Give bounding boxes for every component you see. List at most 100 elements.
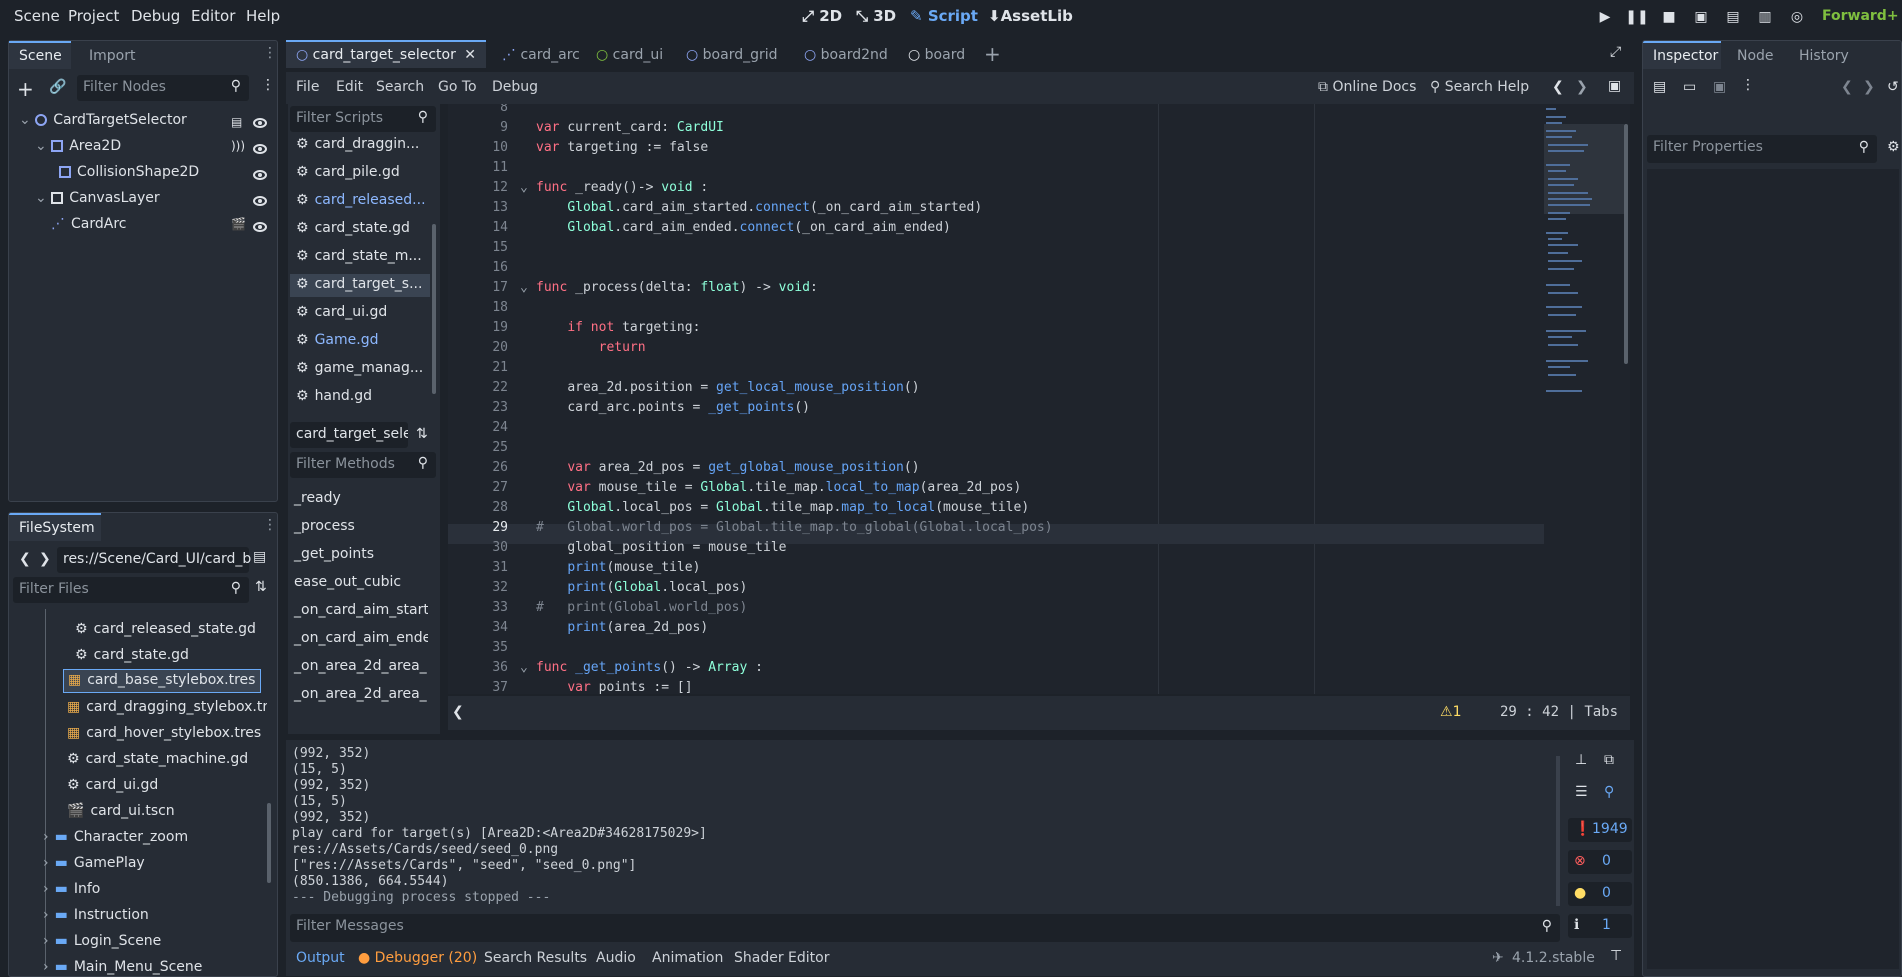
toggle-errors-button[interactable]: ⊗ 0 [1568,850,1632,874]
tab-output[interactable]: Output [296,950,345,966]
script-item-selected[interactable]: ⚙ card_target_s... [290,274,430,297]
search-help-button[interactable]: ⚲ Search Help [1430,79,1529,95]
visibility-eye-icon[interactable] [253,222,267,232]
visibility-eye-icon[interactable] [253,118,267,128]
fold-arrow-icon[interactable]: ⌄ [520,178,528,198]
method-item[interactable]: _on_card_aim_start... [288,600,428,623]
path-field[interactable]: res://Scene/Card_UI/card_b [57,547,251,573]
tree-node-cardtargetselector[interactable]: ⌄ CardTargetSelector [19,112,187,134]
tab-filesystem[interactable]: FileSystem [9,513,101,541]
filter-messages-input[interactable]: Filter Messages ⚲ [290,914,1560,942]
sort-icon[interactable]: ⇅ [416,426,428,442]
dock-menu-icon[interactable]: ⋮ [263,517,277,533]
method-item[interactable]: _on_area_2d_area_... [288,656,428,679]
add-tab-icon[interactable]: + [984,42,1001,66]
tab-card-ui[interactable]: ○ card_ui [586,42,673,70]
collapse-duplicates-icon[interactable]: ☰ [1575,784,1588,800]
toggle-editor-messages-button[interactable]: ℹ1 [1568,914,1632,938]
tab-animation[interactable]: Animation [652,950,723,966]
next-script-icon[interactable]: ❯ [1576,79,1588,95]
workspace-script[interactable]: ✎ Script [910,7,978,25]
remote-debug-icon[interactable]: ▣ [1688,5,1714,29]
script-menu-search[interactable]: Search [376,79,424,95]
method-item[interactable]: ease_out_cubic [288,572,428,595]
folder-item[interactable]: › ▬ Login_Scene [43,933,161,955]
file-item[interactable]: ⚙ card_state.gd [75,647,189,669]
toggle-scripts-panel-icon[interactable]: ❮ [452,704,464,720]
folder-item[interactable]: › ▬ Character_zoom [43,829,188,851]
filter-scripts-input[interactable]: Filter Scripts ⚲ [290,106,436,132]
script-item[interactable]: ⚙ card_released... [290,190,430,213]
toggle-messages-button[interactable]: ❗ 1949 [1568,818,1632,842]
fold-arrow-icon[interactable]: ⌄ [520,658,528,678]
script-menu-edit[interactable]: Edit [336,79,363,95]
close-icon[interactable]: ✕ [464,47,476,63]
tab-shader-editor[interactable]: Shader Editor [734,950,829,966]
search-icon[interactable]: ⚲ [1604,784,1614,800]
fullscreen-icon[interactable]: ⤢ [1610,44,1621,60]
script-menu-file[interactable]: File [296,79,319,95]
online-docs-link[interactable]: ⧉ Online Docs [1318,79,1416,95]
tab-import[interactable]: Import [79,43,145,71]
tree-node-area2d[interactable]: ⌄ Area2D [35,138,121,160]
folder-item[interactable]: › ▬ Info [43,881,100,903]
tab-inspector[interactable]: Inspector [1643,41,1721,69]
forward-icon[interactable]: ❯ [39,551,51,567]
script-item[interactable]: ⚙ hand.gd [290,386,430,409]
signal-icon[interactable]: ))) [231,139,245,153]
visibility-eye-icon[interactable] [253,170,267,180]
sort-icon[interactable]: ⇅ [255,579,267,595]
history-back-icon[interactable]: ❮ [1841,79,1853,95]
play-custom-scene-icon[interactable]: ▥ [1752,5,1778,29]
tab-search-results[interactable]: Search Results [484,950,587,966]
file-item[interactable]: ▦ card_dragging_stylebox.tres [67,699,267,721]
back-icon[interactable]: ❮ [19,551,31,567]
script-item[interactable]: ⚙ game_manag... [290,358,430,381]
tab-card-arc[interactable]: ⋰ card_arc [492,42,590,70]
scrollbar[interactable] [432,224,436,394]
file-item[interactable]: ▦ card_hover_stylebox.tres [67,725,261,747]
filter-files-input[interactable]: Filter Files ⚲ [13,577,249,603]
tab-board[interactable]: ○ board [898,42,975,70]
movie-maker-icon[interactable]: ◎ [1784,5,1810,29]
minimap[interactable] [1544,104,1624,694]
play-scene-icon[interactable]: ▤ [1720,5,1746,29]
open-folder-icon[interactable]: ▭ [1683,79,1696,95]
filter-properties-input[interactable]: Filter Properties ⚲ [1647,135,1877,163]
file-item[interactable]: ⚙ card_state_machine.gd [67,751,248,773]
script-item[interactable]: ⚙ card_state_m... [290,246,430,269]
folder-item[interactable]: › ▬ Main_Menu_Scene [43,959,202,976]
tab-board-grid[interactable]: ○ board_grid [676,42,788,70]
method-item[interactable]: _on_card_aim_ended [288,628,428,651]
stop-icon[interactable]: ■ [1656,5,1682,29]
menu-scene[interactable]: Scene [14,7,60,25]
script-item[interactable]: ⚙ card_ui.gd [290,302,430,325]
script-item[interactable]: ⚙ card_state.gd [290,218,430,241]
scrollbar[interactable] [1624,124,1628,364]
workspace-3d[interactable]: ⤡ 3D [856,7,896,25]
method-item[interactable]: _on_area_2d_area_... [288,684,428,707]
filter-methods-input[interactable]: Filter Methods ⚲ [290,452,436,478]
play-icon[interactable]: ▶ [1592,5,1618,29]
tab-scene[interactable]: Scene [9,41,71,69]
menu-help[interactable]: Help [246,7,280,25]
save-icon[interactable]: ▣ [1713,79,1726,95]
tab-board2nd[interactable]: ○ board2nd [794,42,898,70]
tab-node[interactable]: Node [1727,43,1784,71]
workspace-assetlib[interactable]: ⬇AssetLib [988,7,1073,25]
script-attached-icon[interactable]: ▤ [231,115,242,129]
scrollbar[interactable] [267,803,271,883]
expand-panel-icon[interactable]: ⊤ [1610,948,1622,964]
property-options-icon[interactable]: ⚙ [1887,139,1900,155]
history-icon[interactable]: ↺ [1887,79,1899,95]
scene-menu-icon[interactable]: ⋮ [261,77,275,93]
tab-audio[interactable]: Audio [596,950,636,966]
toggle-warnings-button[interactable]: ● 0 [1568,882,1632,906]
tree-node-canvaslayer[interactable]: ⌄ CanvasLayer [35,190,160,212]
method-item[interactable]: _process [288,516,428,539]
new-resource-icon[interactable]: ▤ [1653,79,1666,95]
file-item[interactable]: 🎬 card_ui.tscn [67,803,175,825]
visibility-eye-icon[interactable] [253,196,267,206]
file-item[interactable]: ⚙ card_ui.gd [67,777,158,799]
tab-history[interactable]: History [1789,43,1859,71]
